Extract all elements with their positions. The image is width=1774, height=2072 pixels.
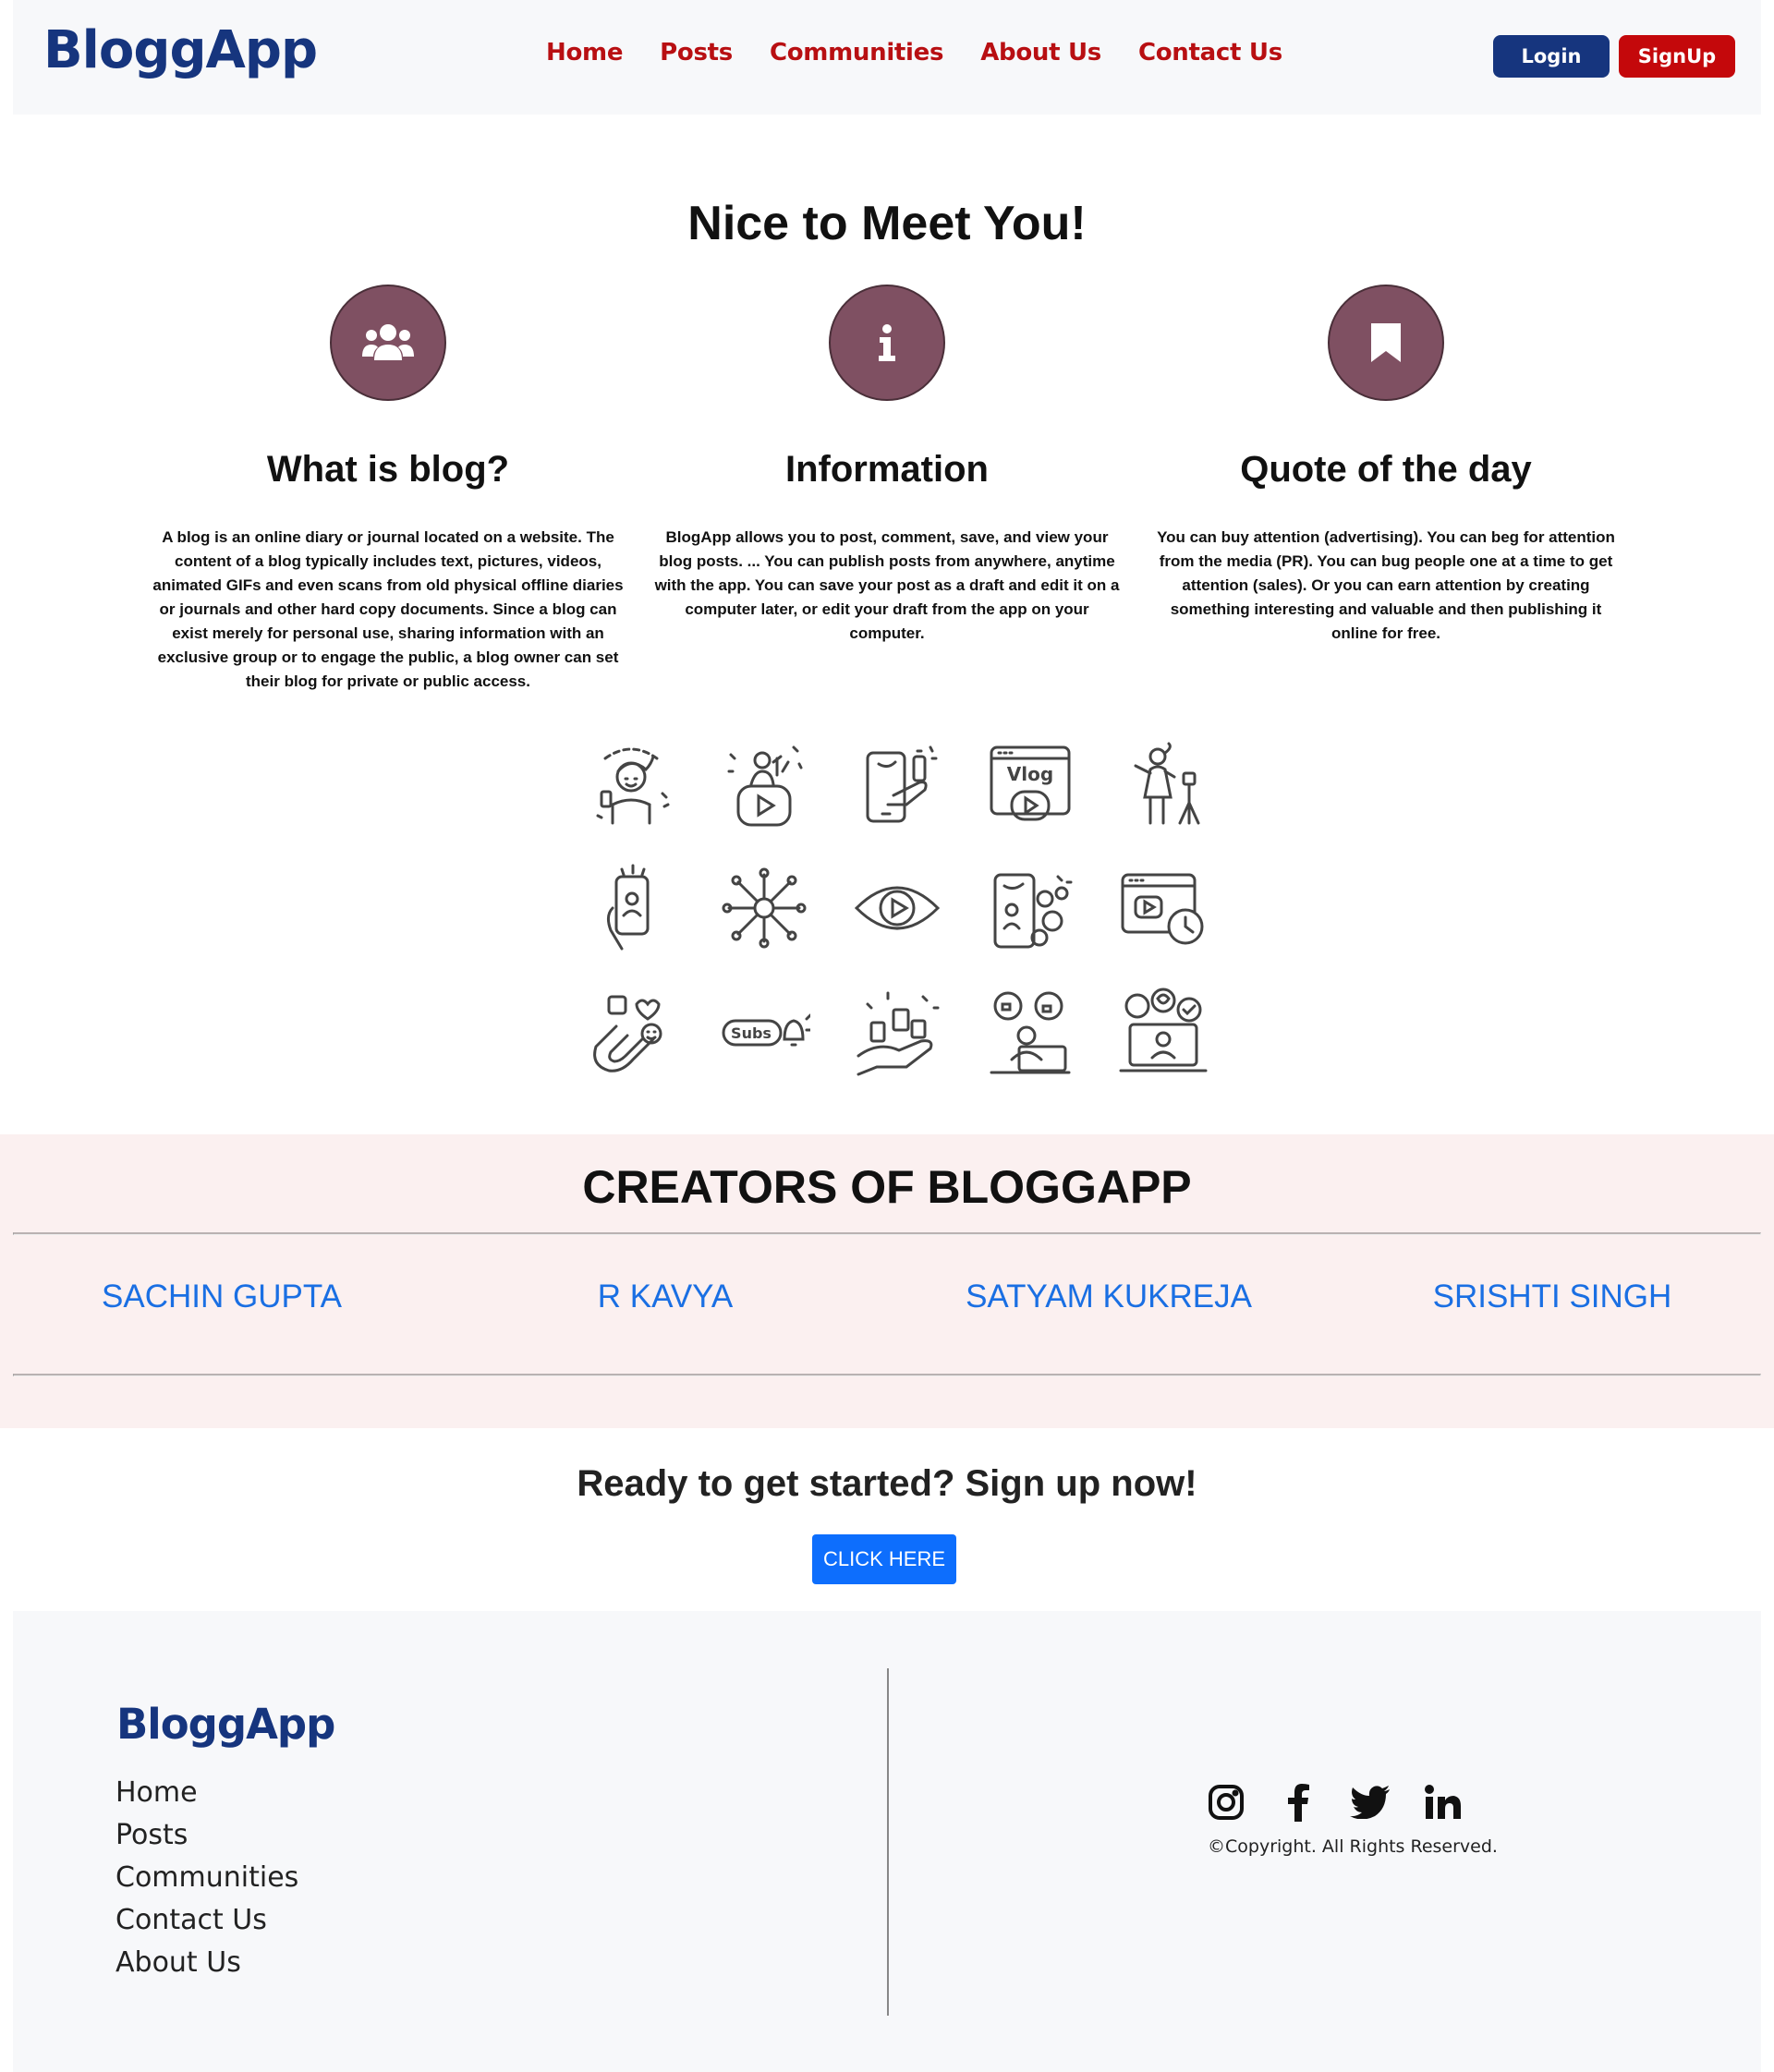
nav-link-contact-us[interactable]: Contact Us: [1138, 39, 1282, 67]
creator-link[interactable]: R KAVYA: [444, 1278, 887, 1315]
blogging-illustration-grid: Vlog Subs: [565, 722, 1211, 1094]
users-icon: [330, 285, 446, 401]
footer-link-communities[interactable]: Communities: [115, 1857, 298, 1899]
creator-link[interactable]: SATYAM KUKREJA: [887, 1278, 1330, 1315]
nav-links: Home Posts Communities About Us Contact …: [546, 39, 1282, 67]
signup-cta-heading: Ready to get started? Sign up now!: [577, 1463, 1197, 1504]
feature-title: What is blog?: [266, 449, 510, 490]
social-engagement-laptop-icon: [1097, 970, 1230, 1094]
footer-link-about-us[interactable]: About Us: [115, 1942, 298, 1984]
navbar: BloggApp Home Posts Communities About Us…: [13, 0, 1761, 115]
copyright-text: ©Copyright. All Rights Reserved.: [1208, 1836, 1498, 1857]
svg-text:Subs: Subs: [731, 1024, 772, 1042]
creator-link[interactable]: SACHIN GUPTA: [0, 1278, 444, 1315]
eye-play-icon: [831, 846, 964, 970]
feature-information: Information BlogApp allows you to post, …: [647, 285, 1127, 646]
phone-in-hand-icon: [565, 846, 698, 970]
nav-link-communities[interactable]: Communities: [770, 39, 944, 67]
footer-link-posts[interactable]: Posts: [115, 1814, 298, 1857]
info-icon: [829, 285, 945, 401]
footer-link-contact-us[interactable]: Contact Us: [115, 1899, 298, 1942]
svg-text:Vlog: Vlog: [1007, 763, 1053, 785]
page-heading: Nice to Meet You!: [687, 197, 1087, 250]
excited-person-icon: [565, 722, 698, 846]
vlog-window-icon: Vlog: [964, 722, 1097, 846]
divider: [13, 1374, 1761, 1376]
feedback-laptop-icon: [964, 970, 1097, 1094]
footer-brand-logo[interactable]: BloggApp: [116, 1700, 335, 1749]
click-here-button[interactable]: CLICK HERE: [812, 1534, 956, 1584]
feature-quote-of-the-day: Quote of the day You can buy attention (…: [1146, 285, 1626, 646]
feature-title: Quote of the day: [1240, 449, 1532, 490]
nav-link-about-us[interactable]: About Us: [980, 39, 1101, 67]
feature-what-is-blog: What is blog? A blog is an online diary …: [148, 285, 628, 694]
login-button[interactable]: Login: [1493, 35, 1610, 78]
linkedin-icon[interactable]: [1421, 1781, 1464, 1824]
twitter-icon[interactable]: [1349, 1781, 1391, 1824]
feature-text: BlogApp allows you to post, comment, sav…: [654, 528, 1120, 642]
footer-links: Home Posts Communities Contact Us About …: [115, 1772, 298, 1984]
phone-product-icon: [831, 722, 964, 846]
facebook-icon[interactable]: [1277, 1781, 1319, 1824]
creator-link[interactable]: SRISHTI SINGH: [1330, 1278, 1774, 1315]
feature-title: Information: [785, 449, 989, 490]
brand-logo[interactable]: BloggApp: [43, 20, 318, 80]
network-hub-icon: [698, 846, 831, 970]
subscribe-button-icon: Subs: [698, 970, 831, 1094]
footer: BloggApp Home Posts Communities Contact …: [13, 1611, 1761, 2072]
nav-link-home[interactable]: Home: [546, 39, 623, 67]
video-creator-icon: [698, 722, 831, 846]
instagram-icon[interactable]: [1205, 1781, 1247, 1824]
fashion-vlogger-icon: [1097, 722, 1230, 846]
bookmark-icon: [1328, 285, 1444, 401]
divider: [13, 1232, 1761, 1235]
magnet-attraction-icon: [565, 970, 698, 1094]
creators-heading: CREATORS OF BLOGGAPP: [582, 1161, 1192, 1213]
feature-text: A blog is an online diary or journal loc…: [152, 528, 624, 690]
feature-text: You can buy attention (advertising). You…: [1157, 528, 1615, 642]
likes-in-hand-icon: [831, 970, 964, 1094]
social-reactions-phone-icon: [964, 846, 1097, 970]
footer-divider: [887, 1668, 889, 2016]
nav-link-posts[interactable]: Posts: [660, 39, 733, 67]
footer-link-home[interactable]: Home: [115, 1772, 298, 1814]
creators-section: CREATORS OF BLOGGAPP SACHIN GUPTA R KAVY…: [0, 1134, 1774, 1428]
video-schedule-icon: [1097, 846, 1230, 970]
social-links: [1205, 1781, 1464, 1824]
signup-button[interactable]: SignUp: [1619, 35, 1735, 78]
